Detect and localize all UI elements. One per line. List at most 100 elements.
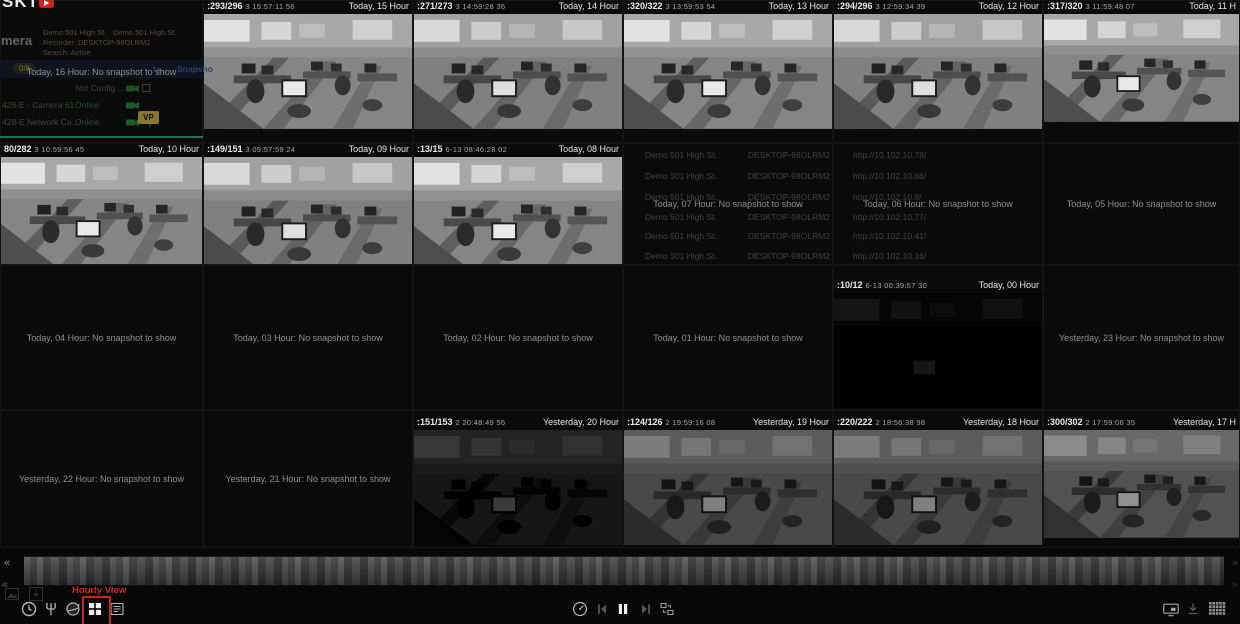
cell-header: :293/296 3 15:57:11 56 Today, 15 Hour [204,1,412,14]
hour-cell-10[interactable]: 80/282 3 10:59:56 45 Today, 10 Hour [0,143,203,265]
snapshot-thumbnail[interactable] [414,430,622,545]
hour-cell-12[interactable]: :294/296 3 12:59:34 39 Today, 12 Hour [833,0,1043,143]
snapshot-thumbnail[interactable] [1,157,202,265]
hour-cell-13[interactable]: :320/322 3 13:59:53 54 Today, 13 Hour [623,0,833,143]
snapshot-thumbnail[interactable] [1044,430,1239,538]
hour-cell-15[interactable]: :293/296 3 15:57:11 56 Today, 15 Hour [203,0,413,143]
download-icon[interactable] [1184,600,1202,618]
hour-cell-y22[interactable]: Yesterday, 22 Hour: No snapshot to show [0,410,203,548]
snapshot-thumbnail[interactable] [834,293,1042,408]
next-frame-icon[interactable] [637,600,655,618]
clock-icon[interactable] [20,600,38,618]
hour-cell-03[interactable]: Today, 03 Hour: No snapshot to show [203,265,413,410]
snapshot-thumbnail[interactable] [1044,14,1239,122]
hour-label: Today, 09 Hour [349,144,409,154]
recorder-name: Recorder: DESKTOP-98OLRM2 [43,38,150,48]
hour-cell-y17[interactable]: :300/302 2 17:59:06 35 Yesterday, 17 H [1043,410,1240,548]
snapshot-count: :317/320 [1047,1,1083,11]
hour-cell-y18[interactable]: :220/222 2 18:56:38 98 Yesterday, 18 Hou… [833,410,1043,548]
hour-label: Today, 12 Hour [979,1,1039,11]
camera-name: 428-E - Camera 61 [2,100,74,110]
snapshot-thumbnail[interactable] [204,14,412,129]
hour-label: Today, 15 Hour [349,1,409,11]
cell-header: :320/322 3 13:59:53 54 Today, 13 Hour [624,1,832,14]
timeline-scroll-left-icon[interactable]: « [4,558,10,569]
snapshot-count: :151/153 [417,417,453,427]
hour-label: Yesterday, 17 H [1173,417,1236,427]
no-snapshot-text: Today, 02 Hour: No snapshot to show [443,333,592,343]
hour-cell-04[interactable]: Today, 04 Hour: No snapshot to show [0,265,203,410]
camera-status: Online [75,117,100,127]
snapshot-time: 2 18:56:38 98 [876,418,926,427]
snapshot-thumbnail[interactable] [414,157,622,265]
thumbnail-grid-icon[interactable] [1208,600,1226,618]
camera-icon [126,101,139,110]
camera-row[interactable]: Not Config ... [0,80,203,97]
hour-label: Today, 00 Hour [979,280,1039,290]
hour-cell-05[interactable]: Today, 05 Hour: No snapshot to show [1043,143,1240,265]
cell-header: :10/12 6-13 00:39:57 30 Today, 00 Hour [834,280,1042,293]
hour-label: Yesterday, 20 Hour [543,417,619,427]
camera-name: 428-E Network Ca... [2,117,79,127]
hour-cell-11[interactable]: :317/320 3 11:59:48 07 Today, 11 H [1043,0,1240,143]
snapshot-count: :293/296 [207,1,243,11]
hour-label: Today, 13 Hour [769,1,829,11]
hour-cell-08[interactable]: :13/15 6-13 08:46:28 02 Today, 08 Hour [413,143,623,265]
hour-cell-00[interactable]: :10/12 6-13 00:39:57 30 Today, 00 Hour [833,265,1043,410]
hour-cell-y19[interactable]: :124/126 2 19:59:16 08 Yesterday, 19 Hou… [623,410,833,548]
snapshot-thumbnail[interactable] [834,430,1042,545]
panel-title: mera [1,33,32,48]
snapshot-count: :320/322 [627,1,663,11]
cell-header: :300/302 2 17:59:06 35 Yesterday, 17 H [1044,417,1239,430]
snapshot-thumbnail[interactable] [624,430,832,545]
hour-cell-14[interactable]: :271/273 3 14:59:28 36 Today, 14 Hour [413,0,623,143]
hour-cell-07[interactable]: Today, 07 Hour: No snapshot to show [623,143,833,265]
timeline-filmstrip[interactable] [24,556,1224,586]
camera-row[interactable]: 428-E - Camera 61 Online [0,97,203,114]
snapshot-time: 3 11:59:48 07 [1086,2,1135,11]
snapshot-thumbnail[interactable] [414,14,622,129]
snapshot-thumbnail[interactable] [624,14,832,129]
snapshot-count: :124/126 [627,417,663,427]
speed-gauge-icon[interactable] [571,600,589,618]
snapshot-thumbnail[interactable] [834,14,1042,129]
timeline-scroll-right-icon[interactable]: » [1232,558,1238,569]
hour-cell-01[interactable]: Today, 01 Hour: No snapshot to show [623,265,833,410]
timeline-jump-end-icon[interactable]: » [1232,580,1238,591]
camera-row[interactable]: 428-E Network Ca... Online [0,114,203,131]
ghost-download-icon [29,587,43,601]
no-snapshot-text: Today, 07 Hour: No snapshot to show [653,199,802,209]
no-snapshot-text: Yesterday, 23 Hour: No snapshot to show [1059,333,1224,343]
no-snapshot-text: Today, 06 Hour: No snapshot to show [863,199,1012,209]
brand-logo: SKT [2,0,54,12]
hour-cell-02[interactable]: Today, 02 Hour: No snapshot to show [413,265,623,410]
snapshot-count: :10/12 [837,280,863,290]
camera-icon [126,84,139,93]
hourly-view-tooltip: Hourly View [72,585,126,596]
trident-icon[interactable] [42,600,60,618]
snapshot-count: :271/273 [417,1,453,11]
no-snapshot-text: Today, 16 Hour: No snapshot to show [27,67,176,77]
hour-cell-09[interactable]: :149/151 3 09:57:59 24 Today, 09 Hour [203,143,413,265]
snapshot-time: 6-13 00:39:57 30 [866,281,928,290]
search-status: Search: Active [43,48,150,58]
boxes-swap-icon[interactable] [658,600,676,618]
hour-cell-06[interactable]: Today, 06 Hour: No snapshot to show [833,143,1043,265]
pause-icon[interactable] [614,600,632,618]
cell-header: :317/320 3 11:59:48 07 Today, 11 H [1044,1,1239,14]
cell-header: :149/151 3 09:57:59 24 Today, 09 Hour [204,144,412,157]
hour-cell-y23[interactable]: Yesterday, 23 Hour: No snapshot to show [1043,265,1240,410]
snapshot-count: :149/151 [207,144,243,154]
snapshot-time: 2 20:48:49 56 [456,418,506,427]
no-snapshot-text: Today, 04 Hour: No snapshot to show [27,333,176,343]
monitor-icon[interactable] [1162,601,1180,619]
globe-icon[interactable] [64,600,82,618]
hour-label: Today, 14 Hour [559,1,619,11]
no-snapshot-text: Today, 03 Hour: No snapshot to show [233,333,382,343]
column-snapshot: Snapsho [177,64,213,74]
snapshot-thumbnail[interactable] [204,157,412,265]
hour-cell-y20[interactable]: :151/153 2 20:48:49 56 Yesterday, 20 Hou… [413,410,623,548]
hour-label: Yesterday, 19 Hour [753,417,829,427]
hour-cell-y21[interactable]: Yesterday, 21 Hour: No snapshot to show [203,410,413,548]
previous-frame-icon[interactable] [593,600,611,618]
